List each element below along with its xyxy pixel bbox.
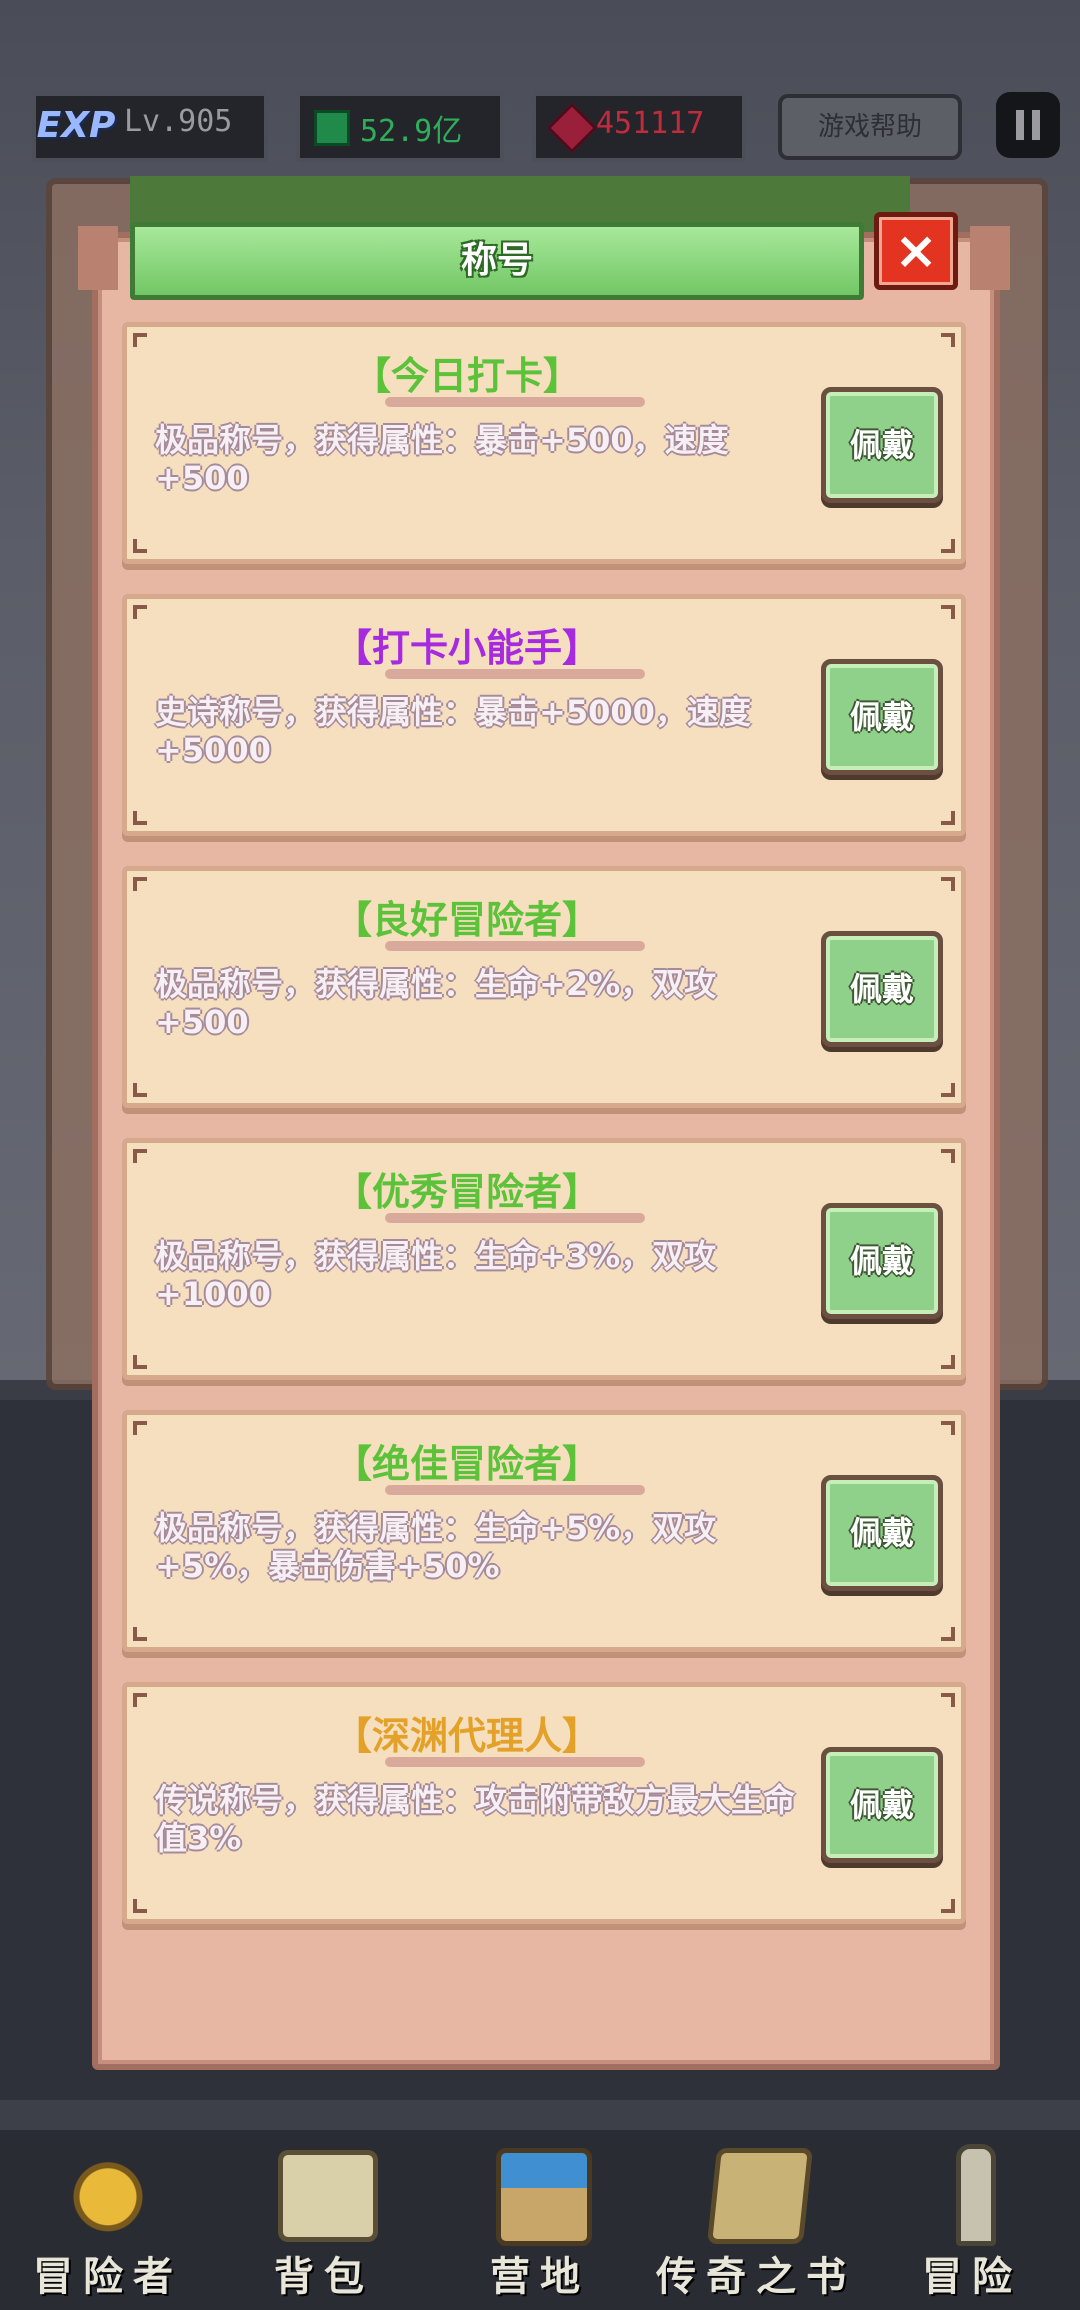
modal-title: 称号: [460, 240, 533, 281]
wear-label: 佩戴: [849, 426, 914, 464]
close-icon: ×: [894, 221, 938, 281]
nav-legend-book[interactable]: 传奇之书: [648, 2130, 864, 2310]
wear-button[interactable]: 佩戴: [821, 387, 943, 503]
wear-label: 佩戴: [849, 698, 914, 736]
wear-button[interactable]: 佩戴: [821, 1203, 943, 1319]
title-description: 史诗称号，获得属性：暴击+5000，速度+5000: [155, 693, 751, 769]
title-description: 极品称号，获得属性：生命+2%，双攻+500: [155, 965, 717, 1041]
ruby-counter: 451117: [532, 92, 746, 162]
title-name: 【绝佳冒险者】: [333, 1442, 600, 1486]
title-description: 极品称号，获得属性：生命+3%，双攻+1000: [155, 1237, 717, 1313]
emerald-value: 52.9亿: [360, 114, 463, 149]
sword-icon: [956, 2144, 996, 2246]
ruby-value: 451117: [596, 106, 705, 141]
title-name: 【良好冒险者】: [333, 898, 600, 942]
emerald-icon: [314, 110, 350, 146]
nav-label: 冒险: [922, 2254, 1022, 2300]
wear-label: 佩戴: [849, 1514, 914, 1552]
nav-label: 冒险者: [33, 2254, 183, 2300]
wear-label: 佩戴: [849, 970, 914, 1008]
title-card: 【良好冒险者】 极品称号，获得属性：生命+2%，双攻+500 佩戴: [122, 866, 966, 1108]
title-name: 【今日打卡】: [352, 354, 581, 398]
title-underline: [385, 1213, 645, 1223]
wear-label: 佩戴: [849, 1786, 914, 1824]
modal-title-bar: 称号: [130, 222, 864, 300]
crown-icon: [56, 2144, 160, 2240]
pause-icon: [1016, 110, 1024, 140]
wear-button[interactable]: 佩戴: [821, 1475, 943, 1591]
book-icon: [706, 2148, 814, 2244]
backpack-icon: [278, 2150, 378, 2242]
nav-label: 背包: [274, 2254, 374, 2300]
nav-label: 传奇之书: [656, 2254, 856, 2300]
nav-label: 营地: [490, 2254, 590, 2300]
emerald-counter: 52.9亿: [296, 92, 504, 162]
top-bar: EXP Lv.905 52.9亿 451117 游戏帮助: [0, 92, 1080, 162]
title-name: 【优秀冒险者】: [333, 1170, 600, 1214]
modal-right-cap: [970, 226, 1010, 290]
title-underline: [385, 397, 645, 407]
modal-left-cap: [78, 226, 118, 290]
nav-adventure[interactable]: 冒险: [864, 2130, 1080, 2310]
wear-button[interactable]: 佩戴: [821, 1747, 943, 1863]
ruby-icon: [546, 102, 598, 154]
title-card: 【绝佳冒险者】 极品称号，获得属性：生命+5%，双攻+5%，暴击伤害+50% 佩…: [122, 1410, 966, 1652]
title-underline: [385, 1757, 645, 1767]
title-name: 【打卡小能手】: [333, 626, 600, 670]
exp-tag: EXP: [36, 105, 116, 146]
exp-level-box: EXP Lv.905: [32, 92, 268, 162]
bottom-nav: 冒险者 背包 营地 传奇之书 冒险: [0, 2130, 1080, 2310]
player-level: Lv.905: [124, 104, 233, 139]
close-button[interactable]: ×: [874, 212, 958, 290]
title-underline: [385, 941, 645, 951]
title-card: 【深渊代理人】 传说称号，获得属性：攻击附带敌方最大生命值3% 佩戴: [122, 1682, 966, 1924]
title-description: 传说称号，获得属性：攻击附带敌方最大生命值3%: [155, 1781, 796, 1857]
wear-button[interactable]: 佩戴: [821, 659, 943, 775]
title-underline: [385, 1485, 645, 1495]
wear-button[interactable]: 佩戴: [821, 931, 943, 1047]
wear-label: 佩戴: [849, 1242, 914, 1280]
title-card: 【今日打卡】 极品称号，获得属性：暴击+500，速度+500 佩戴: [122, 322, 966, 564]
title-name: 【深渊代理人】: [333, 1714, 600, 1758]
title-card: 【打卡小能手】 史诗称号，获得属性：暴击+5000，速度+5000 佩戴: [122, 594, 966, 836]
game-help-button[interactable]: 游戏帮助: [778, 94, 962, 160]
title-card: 【优秀冒险者】 极品称号，获得属性：生命+3%，双攻+1000 佩戴: [122, 1138, 966, 1380]
title-underline: [385, 669, 645, 679]
nav-adventurer[interactable]: 冒险者: [0, 2130, 216, 2310]
nav-camp[interactable]: 营地: [432, 2130, 648, 2310]
title-description: 极品称号，获得属性：生命+5%，双攻+5%，暴击伤害+50%: [155, 1509, 717, 1585]
nav-backpack[interactable]: 背包: [216, 2130, 432, 2310]
camp-icon: [496, 2148, 592, 2246]
pause-button[interactable]: [996, 92, 1060, 158]
title-description: 极品称号，获得属性：暴击+500，速度+500: [155, 421, 729, 497]
